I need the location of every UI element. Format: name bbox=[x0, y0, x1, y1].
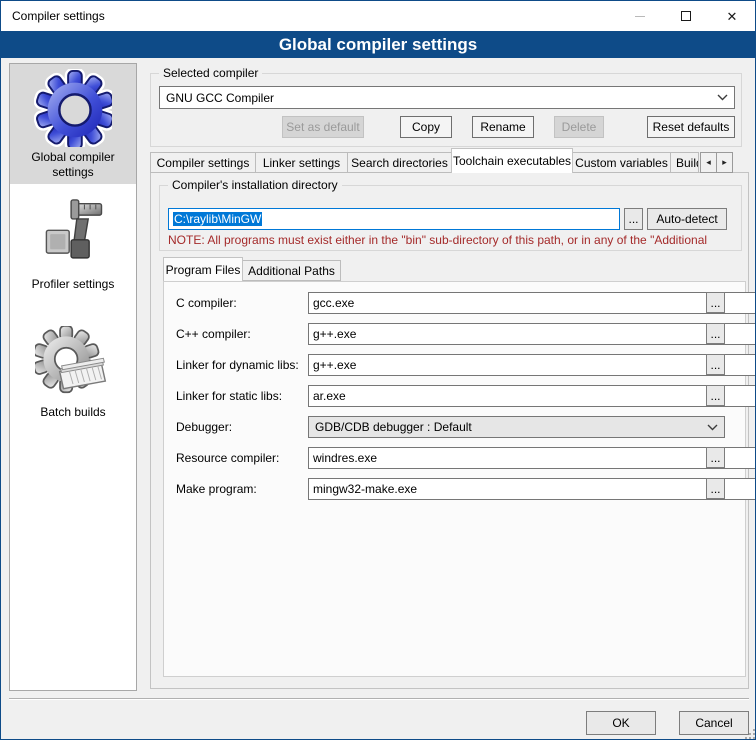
sidebar-item-batch-builds[interactable]: Batch builds bbox=[10, 321, 136, 420]
selected-compiler-group: Selected compiler GNU GCC Compiler Set a… bbox=[150, 73, 742, 147]
sidebar-item-label: Global compiler settings bbox=[10, 150, 136, 180]
tab-toolchain-executables[interactable]: Toolchain executables bbox=[451, 148, 573, 173]
resource-compiler-label: Resource compiler: bbox=[176, 451, 279, 465]
make-program-input[interactable] bbox=[308, 478, 756, 500]
tab-scroll-left-button[interactable]: ◂ bbox=[700, 152, 717, 173]
program-files-panel: C compiler: ... C++ compiler: ... Linker… bbox=[163, 281, 746, 677]
installation-directory-input[interactable]: C:\raylib\MinGW bbox=[168, 208, 620, 230]
arrow-left-icon: ◂ bbox=[706, 157, 711, 168]
tab-custom-variables[interactable]: Custom variables bbox=[572, 152, 671, 173]
static-linker-input[interactable] bbox=[308, 385, 756, 407]
cpp-compiler-browse-button[interactable]: ... bbox=[706, 323, 725, 344]
title-bar[interactable]: Compiler settings ✕ bbox=[1, 1, 755, 31]
blue-gear-icon bbox=[34, 69, 112, 147]
settings-tabs: Compiler settings Linker settings Search… bbox=[150, 148, 733, 173]
window-title: Compiler settings bbox=[1, 9, 105, 23]
gray-gear-stack-icon bbox=[35, 326, 111, 402]
debugger-select[interactable]: GDB/CDB debugger : Default bbox=[308, 416, 725, 438]
sidebar-item-profiler-settings[interactable]: Profiler settings bbox=[10, 193, 136, 292]
close-icon: ✕ bbox=[727, 10, 738, 23]
browse-directory-button[interactable]: ... bbox=[624, 208, 643, 230]
tab-search-directories[interactable]: Search directories bbox=[347, 152, 452, 173]
compiler-select[interactable]: GNU GCC Compiler bbox=[159, 86, 735, 109]
settings-sidebar: Global compiler settings bbox=[9, 63, 137, 691]
resource-compiler-browse-button[interactable]: ... bbox=[706, 447, 725, 468]
installation-directory-group-label: Compiler's installation directory bbox=[168, 178, 342, 192]
bin-subdirectory-note: NOTE: All programs must exist either in … bbox=[168, 233, 740, 247]
c-compiler-label: C compiler: bbox=[176, 296, 237, 310]
dynamic-linker-browse-button[interactable]: ... bbox=[706, 354, 725, 375]
tab-scroll-buttons: ◂ ▸ bbox=[701, 152, 733, 173]
cancel-button[interactable]: Cancel bbox=[679, 711, 749, 735]
sidebar-item-label: Profiler settings bbox=[32, 277, 115, 292]
page-title: Global compiler settings bbox=[1, 31, 755, 58]
resource-compiler-input[interactable] bbox=[308, 447, 756, 469]
compiler-settings-dialog: Compiler settings ✕ Global compiler sett… bbox=[0, 0, 756, 740]
c-compiler-row: C compiler: ... bbox=[164, 292, 745, 314]
static-linker-browse-button[interactable]: ... bbox=[706, 385, 725, 406]
reset-defaults-button[interactable]: Reset defaults bbox=[647, 116, 735, 138]
cpp-compiler-row: C++ compiler: ... bbox=[164, 323, 745, 345]
static-linker-label: Linker for static libs: bbox=[176, 389, 282, 403]
debugger-label: Debugger: bbox=[176, 420, 232, 434]
close-button[interactable]: ✕ bbox=[709, 1, 755, 31]
dynamic-linker-label: Linker for dynamic libs: bbox=[176, 358, 299, 372]
tab-scroll-right-button[interactable]: ▸ bbox=[716, 152, 733, 173]
maximize-button[interactable] bbox=[663, 1, 709, 31]
c-compiler-input[interactable] bbox=[308, 292, 756, 314]
compiler-select-value: GNU GCC Compiler bbox=[166, 91, 274, 105]
c-compiler-browse-button[interactable]: ... bbox=[706, 292, 725, 313]
ok-button[interactable]: OK bbox=[586, 711, 656, 735]
chevron-down-icon bbox=[707, 424, 718, 431]
make-program-row: Make program: ... bbox=[164, 478, 745, 500]
sidebar-item-label: Batch builds bbox=[40, 405, 105, 420]
tab-linker-settings[interactable]: Linker settings bbox=[255, 152, 348, 173]
sidebar-item-global-compiler-settings[interactable]: Global compiler settings bbox=[10, 64, 136, 184]
static-linker-row: Linker for static libs: ... bbox=[164, 385, 745, 407]
subtab-program-files[interactable]: Program Files bbox=[163, 257, 243, 281]
make-program-label: Make program: bbox=[176, 482, 257, 496]
resize-grip[interactable] bbox=[749, 733, 751, 735]
footer-divider bbox=[9, 698, 749, 699]
rename-button[interactable]: Rename bbox=[472, 116, 534, 138]
auto-detect-button[interactable]: Auto-detect bbox=[647, 208, 727, 230]
subtab-additional-paths[interactable]: Additional Paths bbox=[242, 260, 341, 281]
maximize-icon bbox=[681, 11, 691, 21]
resource-compiler-row: Resource compiler: ... bbox=[164, 447, 745, 469]
toolchain-executables-panel: Compiler's installation directory C:\ray… bbox=[150, 172, 749, 689]
chevron-down-icon bbox=[717, 94, 728, 101]
caliper-tool-icon bbox=[35, 198, 111, 274]
cpp-compiler-label: C++ compiler: bbox=[176, 327, 251, 341]
delete-button: Delete bbox=[554, 116, 604, 138]
dynamic-linker-input[interactable] bbox=[308, 354, 756, 376]
tab-build-options[interactable]: Build options bbox=[670, 152, 699, 173]
debugger-row: Debugger: GDB/CDB debugger : Default bbox=[164, 416, 745, 438]
set-as-default-button: Set as default bbox=[282, 116, 364, 138]
arrow-right-icon: ▸ bbox=[722, 157, 727, 168]
debugger-select-value: GDB/CDB debugger : Default bbox=[315, 420, 472, 434]
dynamic-linker-row: Linker for dynamic libs: ... bbox=[164, 354, 745, 376]
copy-button[interactable]: Copy bbox=[400, 116, 452, 138]
minimize-icon bbox=[635, 16, 645, 17]
make-program-browse-button[interactable]: ... bbox=[706, 478, 725, 499]
tab-compiler-settings[interactable]: Compiler settings bbox=[150, 152, 256, 173]
installation-directory-group: Compiler's installation directory C:\ray… bbox=[159, 185, 742, 251]
selected-path-text: C:\raylib\MinGW bbox=[173, 212, 262, 226]
cpp-compiler-input[interactable] bbox=[308, 323, 756, 345]
minimize-button bbox=[617, 1, 663, 31]
path-subtabs: Program Files Additional Paths bbox=[163, 257, 341, 281]
caption-buttons: ✕ bbox=[617, 1, 755, 31]
selected-compiler-group-label: Selected compiler bbox=[159, 66, 262, 80]
